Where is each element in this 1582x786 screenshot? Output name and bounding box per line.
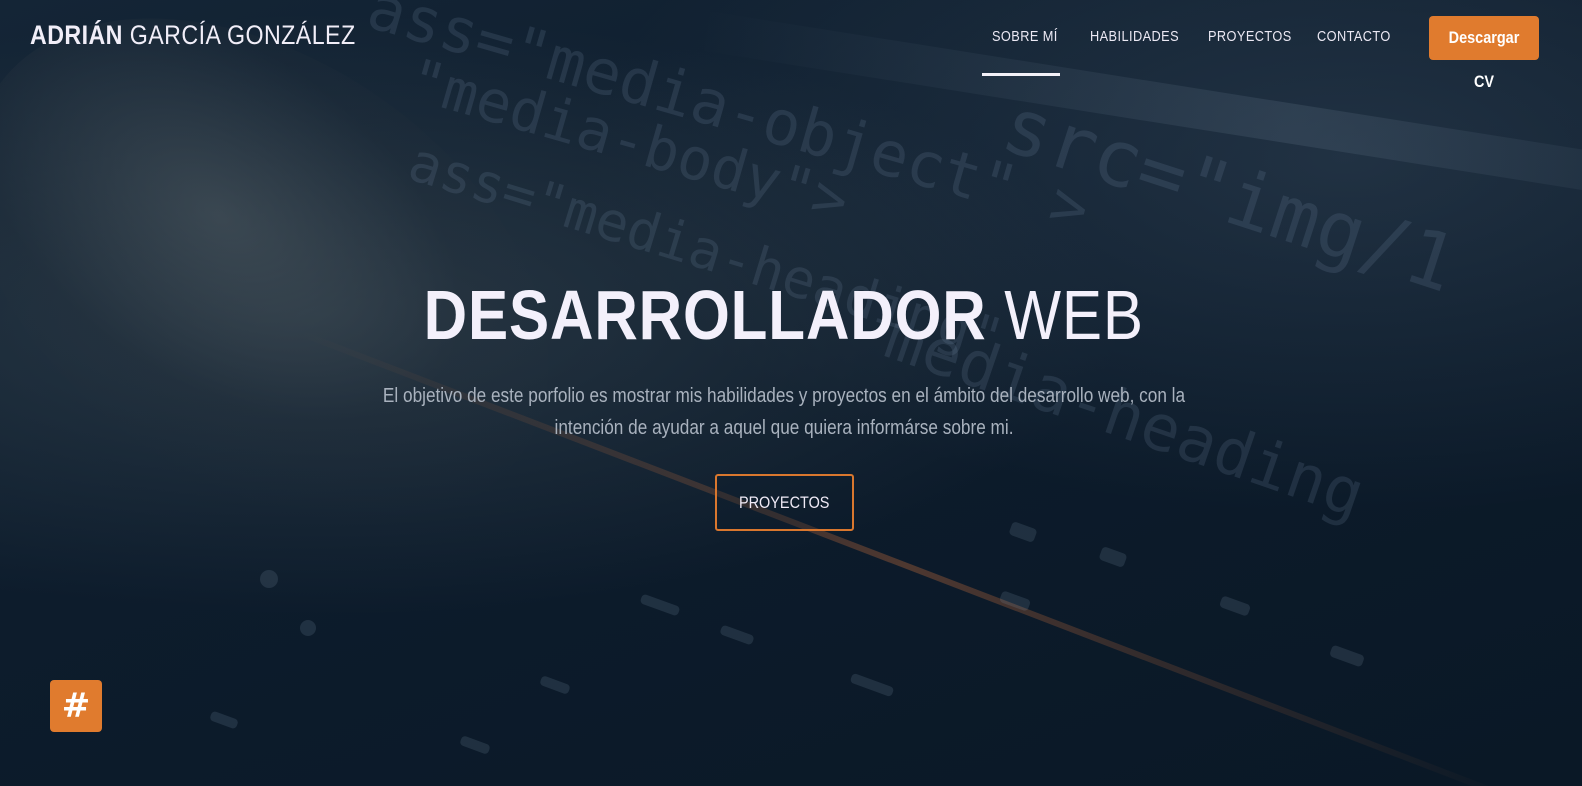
- background-key: [459, 735, 491, 755]
- background-key: [849, 672, 895, 698]
- brand-logo[interactable]: ADRIÁN GARCÍA GONZÁLEZ: [30, 20, 356, 51]
- nav-item-habilidades[interactable]: HABILIDADES: [1090, 28, 1179, 45]
- background-key: [998, 590, 1032, 612]
- nav-item-contacto[interactable]: CONTACTO: [1317, 28, 1391, 45]
- nav-active-indicator: [982, 73, 1060, 76]
- hero-title: DESARROLLADOR WEB: [0, 275, 1568, 355]
- nav-item-sobre-mi[interactable]: SOBRE MÍ: [992, 28, 1058, 45]
- brand-last-name: GARCÍA GONZÁLEZ: [129, 20, 356, 50]
- background-key: [209, 710, 239, 730]
- background-key: [1218, 595, 1252, 617]
- background-key: [1328, 644, 1366, 668]
- background-key: [1098, 545, 1128, 569]
- background-key: [719, 624, 755, 646]
- navbar: ADRIÁN GARCÍA GONZÁLEZ SOBRE MÍ HABILIDA…: [0, 0, 1582, 91]
- background-key: [300, 620, 316, 636]
- download-cv-label: Descargar CV: [1448, 28, 1520, 91]
- hero-title-bold: DESARROLLADOR: [423, 276, 987, 354]
- download-cv-button[interactable]: Descargar CV: [1429, 16, 1539, 91]
- background-key: [260, 570, 278, 588]
- background-key: [1008, 520, 1038, 544]
- projects-button-label: PROYECTOS: [739, 493, 830, 512]
- hero-description-text: El objetivo de este porfolio es mostrar …: [382, 385, 1186, 439]
- brand-first-name: ADRIÁN: [30, 20, 123, 50]
- nav-item-proyectos[interactable]: PROYECTOS: [1208, 28, 1292, 45]
- background-key: [639, 593, 681, 617]
- hero-description: El objetivo de este porfolio es mostrar …: [300, 380, 1268, 444]
- hash-icon[interactable]: #: [50, 680, 102, 732]
- projects-button[interactable]: PROYECTOS: [715, 474, 854, 531]
- hero-title-light: WEB: [1004, 276, 1145, 354]
- hash-button-label: #: [61, 686, 91, 726]
- page: ass="media-object" > "media-body"> ass="…: [0, 0, 1582, 786]
- background-key: [539, 675, 571, 695]
